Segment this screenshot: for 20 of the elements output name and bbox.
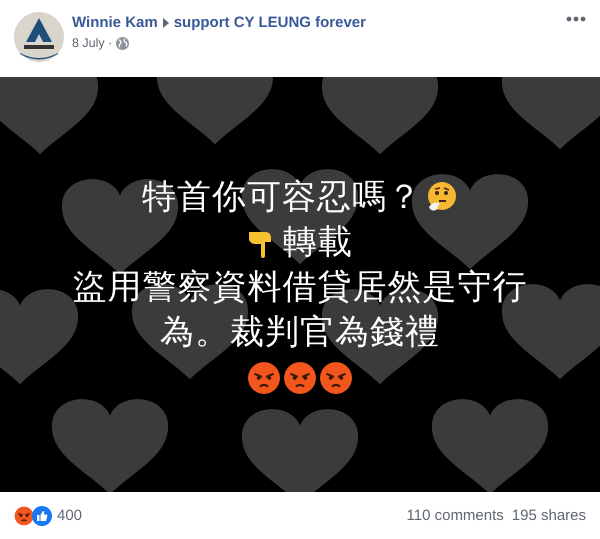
post-date[interactable]: 8 July ·	[72, 36, 112, 50]
triangle-icon	[162, 18, 169, 28]
more-icon[interactable]	[566, 16, 586, 22]
avatar[interactable]	[14, 12, 64, 62]
globe-icon	[116, 36, 130, 50]
group-name[interactable]: support CY LEUNG forever	[174, 14, 366, 31]
angry-face-icon	[319, 360, 353, 394]
image-caption-line: 盜用警察資料借貸居然是守行	[72, 266, 528, 308]
image-caption-line: 轉載	[283, 222, 353, 262]
image-caption-line: 為。裁判官為錢禮	[160, 312, 440, 352]
shares-link[interactable]: 195 shares	[512, 507, 586, 524]
thinking-face-icon	[426, 181, 458, 213]
comments-link[interactable]: 110 comments	[406, 507, 504, 524]
angry-face-icon	[283, 360, 317, 394]
image-caption-line: 特首你可容忍嗎？	[142, 176, 422, 218]
like-icon	[32, 506, 52, 526]
angry-face-icon	[14, 506, 34, 526]
author-name[interactable]: Winnie Kam	[72, 14, 158, 31]
reaction-count[interactable]: 400	[57, 507, 82, 524]
angry-face-icon	[247, 360, 281, 394]
